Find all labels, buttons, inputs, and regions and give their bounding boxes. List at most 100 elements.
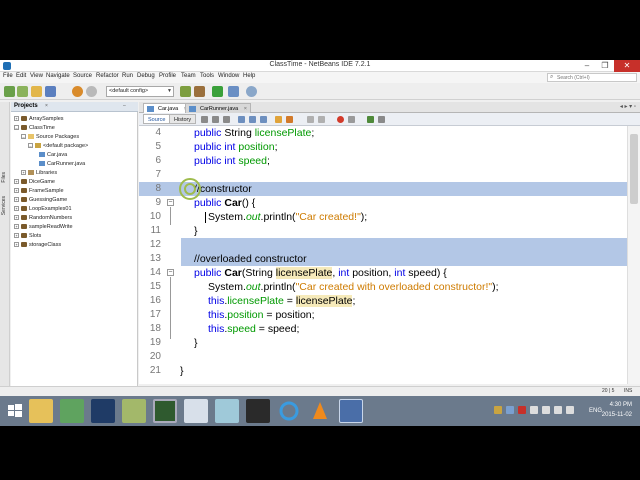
expand-icon[interactable]: + <box>14 188 19 194</box>
menu-edit[interactable]: Edit <box>16 73 26 79</box>
close-button[interactable]: ✕ <box>614 60 640 72</box>
menu-tools[interactable]: Tools <box>200 73 214 79</box>
recorder-icon[interactable] <box>246 399 270 423</box>
network-icon[interactable] <box>542 406 550 414</box>
menu-run[interactable]: Run <box>122 73 133 79</box>
tray-app-icon[interactable] <box>506 406 514 414</box>
menu-window[interactable]: Window <box>218 73 239 79</box>
vertical-scrollbar[interactable] <box>627 126 640 384</box>
collapse-icon[interactable]: – <box>21 134 26 140</box>
tab-carrunner-java[interactable]: CarRunner.java × <box>185 103 251 113</box>
search-input[interactable] <box>557 74 635 81</box>
expand-icon[interactable]: + <box>14 233 19 239</box>
start-button[interactable] <box>3 399 27 423</box>
store-icon[interactable] <box>60 399 84 423</box>
last-edit-icon[interactable] <box>201 116 208 123</box>
minimize-panel-icon[interactable]: – <box>123 103 126 109</box>
flag-icon[interactable] <box>530 406 538 414</box>
expand-icon[interactable]: + <box>14 116 19 122</box>
expand-icon[interactable]: + <box>14 197 19 203</box>
collapse-icon[interactable]: – <box>14 125 19 131</box>
tree-item[interactable]: + GuessingGame <box>14 196 67 205</box>
menu-profile[interactable]: Profile <box>159 73 176 79</box>
close-icon[interactable]: × <box>45 103 48 109</box>
config-dropdown[interactable]: <default config> ▼ <box>106 86 174 97</box>
tree-item[interactable]: + sampleReadWrite <box>14 223 73 232</box>
stop-macro-icon[interactable] <box>348 116 355 123</box>
services-side-tab[interactable]: Services <box>1 196 9 215</box>
pen-tool-icon[interactable] <box>215 399 239 423</box>
expand-icon[interactable]: + <box>14 224 19 230</box>
tree-item[interactable]: – <default package> <box>28 142 88 151</box>
expand-icon[interactable]: + <box>14 242 19 248</box>
tree-item[interactable]: + ArraySamples <box>14 115 64 124</box>
files-side-tab[interactable]: Files <box>1 172 9 183</box>
tree-item[interactable]: – ClassTime <box>14 124 55 133</box>
collapse-icon[interactable]: – <box>28 143 33 149</box>
menu-debug[interactable]: Debug <box>137 73 155 79</box>
camtasia-icon[interactable] <box>153 399 177 423</box>
maximize-button[interactable]: ❐ <box>596 60 614 72</box>
tree-item[interactable]: + DiceGame <box>14 178 55 187</box>
expand-icon[interactable]: + <box>14 206 19 212</box>
photoshop-icon[interactable] <box>91 399 115 423</box>
undo-icon[interactable] <box>72 86 83 97</box>
volume-icon[interactable] <box>554 406 562 414</box>
clean-build-icon[interactable] <box>194 86 205 97</box>
menu-help[interactable]: Help <box>243 73 255 79</box>
fold-toggle-icon[interactable]: – <box>167 199 174 206</box>
run-icon[interactable] <box>212 86 223 97</box>
start-macro-icon[interactable] <box>337 116 344 123</box>
minimize-button[interactable]: – <box>578 60 596 72</box>
file-explorer-icon[interactable] <box>29 399 53 423</box>
open-project-icon[interactable] <box>31 86 42 97</box>
projects-panel-tab[interactable]: Projects × – <box>11 102 138 112</box>
close-tab-icon[interactable]: × <box>244 106 247 112</box>
code-editor[interactable]: 4 public String licensePlate; 5 public i… <box>139 126 640 384</box>
battery-icon[interactable] <box>566 406 574 414</box>
find-next-icon[interactable] <box>260 116 267 123</box>
tree-item[interactable]: + Slots <box>14 232 41 241</box>
forward-icon[interactable] <box>223 116 230 123</box>
expand-icon[interactable]: + <box>14 215 19 221</box>
save-all-icon[interactable] <box>45 86 56 97</box>
search-box[interactable]: ⌕ <box>547 73 637 82</box>
menu-file[interactable]: File <box>3 73 13 79</box>
new-project-icon[interactable] <box>17 86 28 97</box>
tree-item[interactable]: Car.java <box>39 151 67 160</box>
toggle-bookmark-icon[interactable] <box>286 116 293 123</box>
source-view-button[interactable]: Source <box>143 114 171 124</box>
fold-toggle-icon[interactable]: – <box>167 269 174 276</box>
scrollbar-thumb[interactable] <box>630 134 638 204</box>
language-indicator[interactable]: ENG <box>589 408 602 414</box>
tab-car-java[interactable]: Car.java × <box>143 103 191 113</box>
document-icon[interactable] <box>184 399 208 423</box>
tree-item[interactable]: + LoopExamples01 <box>14 205 72 214</box>
find-icon[interactable] <box>238 116 245 123</box>
menu-source[interactable]: Source <box>73 73 92 79</box>
vlc-icon[interactable] <box>308 399 332 423</box>
menu-navigate[interactable]: Navigate <box>46 73 70 79</box>
new-file-icon[interactable] <box>4 86 15 97</box>
tray-app-icon[interactable] <box>494 406 502 414</box>
find-previous-icon[interactable] <box>249 116 256 123</box>
tab-list-icon[interactable]: ◂ ▸ ▾ ▫ <box>620 103 636 110</box>
menu-team[interactable]: Team <box>181 73 196 79</box>
profile-icon[interactable] <box>246 86 257 97</box>
toggle-highlight-icon[interactable] <box>275 116 282 123</box>
tree-item[interactable]: CarRunner.java <box>39 160 85 169</box>
redo-icon[interactable] <box>86 86 97 97</box>
menu-refactor[interactable]: Refactor <box>96 73 119 79</box>
check-file-icon[interactable] <box>367 116 374 123</box>
tree-item[interactable]: + storageClass <box>14 241 61 250</box>
history-view-button[interactable]: History <box>169 114 197 124</box>
back-icon[interactable] <box>212 116 219 123</box>
tray-app-icon[interactable] <box>518 406 526 414</box>
notepad-plus-icon[interactable] <box>122 399 146 423</box>
debug-icon[interactable] <box>228 86 239 97</box>
menu-view[interactable]: View <box>30 73 43 79</box>
expand-icon[interactable]: + <box>14 179 19 185</box>
expand-icon[interactable]: + <box>21 170 26 176</box>
internet-explorer-icon[interactable] <box>277 399 301 423</box>
clock-time[interactable]: 4:30 PM <box>610 402 632 408</box>
